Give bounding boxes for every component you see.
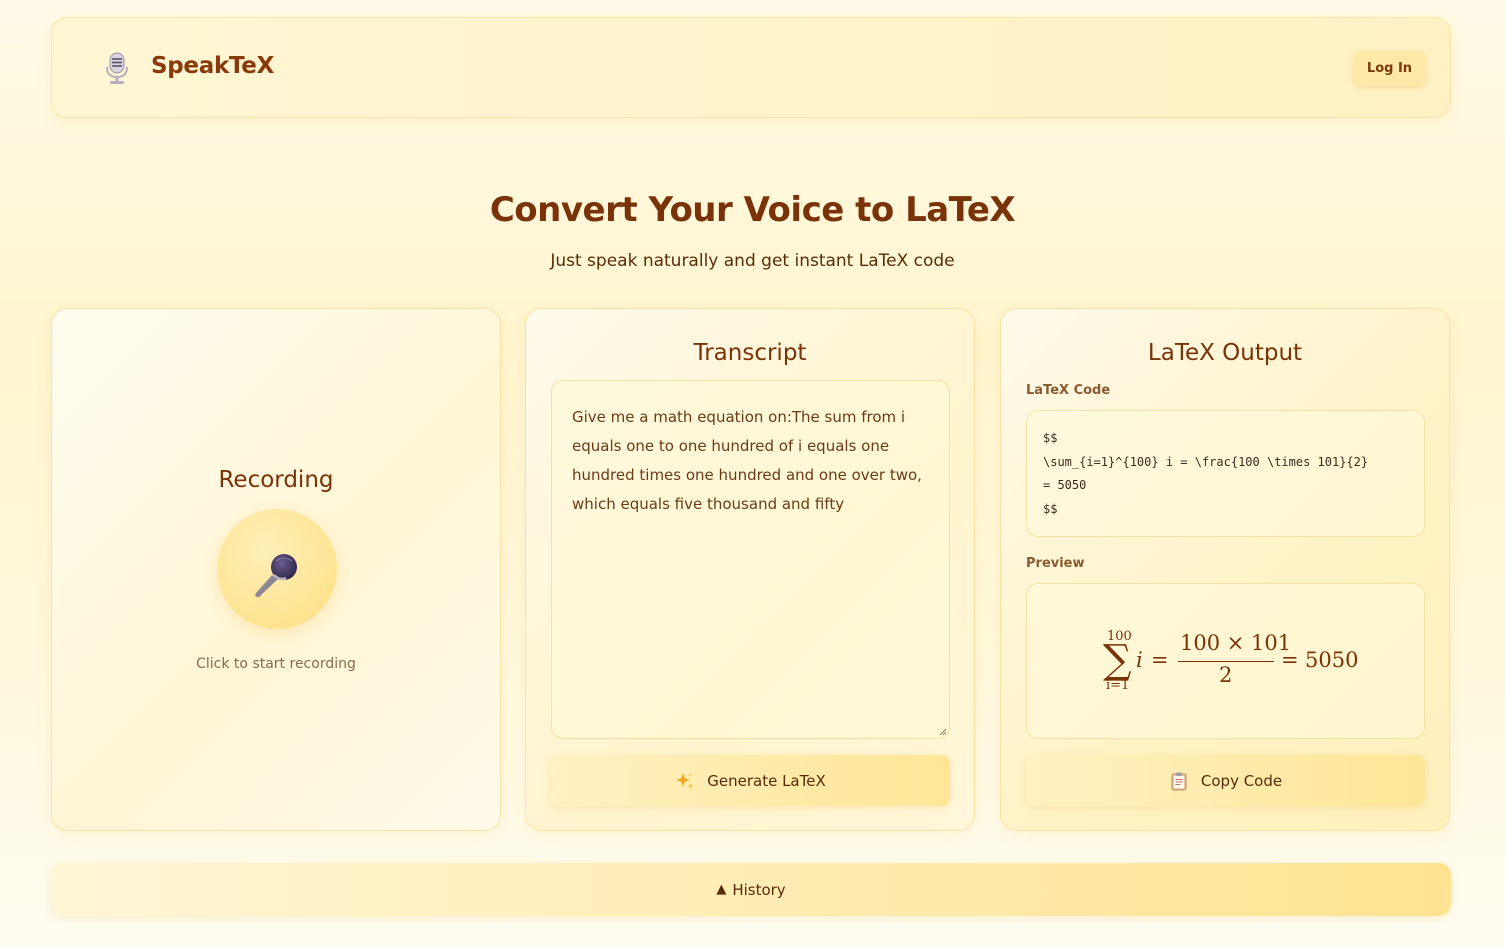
transcript-card: Transcript Give me a math equation on:Th…: [525, 308, 975, 831]
page-title: Convert Your Voice to LaTeX: [489, 190, 1016, 230]
latex-code-label: LaTeX Code: [1026, 383, 1111, 398]
resize-handle-icon[interactable]: [939, 728, 947, 736]
transcript-title: Transcript: [693, 340, 807, 366]
fraction-bar: [1178, 661, 1274, 662]
latex-code-block[interactable]: $$ \sum_{i=1}^{100} i = \frac{100 \times…: [1026, 410, 1425, 537]
history-toggle[interactable]: ▲ History: [51, 863, 1451, 916]
microphone-icon: [255, 554, 297, 598]
triangle-up-icon: ▲: [716, 882, 727, 897]
equation-result: 5050: [1305, 648, 1359, 672]
studio-microphone-icon: [106, 52, 128, 84]
history-label: History: [732, 880, 786, 899]
latex-output-card: LaTeX Output LaTeX Code $$ \sum_{i=1}^{1…: [1000, 308, 1450, 831]
sum-variable: i: [1136, 648, 1143, 672]
transcript-textarea[interactable]: Give me a math equation on:The sum from …: [551, 380, 950, 739]
sparkles-icon: [676, 772, 694, 789]
recording-title: Recording: [218, 467, 334, 493]
sum-symbol: ∑: [1103, 637, 1132, 683]
copy-code-button[interactable]: Copy Code: [1026, 755, 1425, 806]
clipboard-icon: [1171, 772, 1187, 790]
generate-latex-button[interactable]: Generate LaTeX: [551, 755, 950, 806]
copy-code-label: Copy Code: [1200, 771, 1283, 790]
generate-latex-label: Generate LaTeX: [707, 771, 826, 790]
equals-sign-2: =: [1281, 648, 1299, 672]
record-button[interactable]: [217, 509, 337, 629]
page-subtitle: Just speak naturally and get instant LaT…: [550, 251, 955, 271]
latex-preview: 100 ∑ i=1 i = 100 × 101 2 = 5050: [1026, 583, 1425, 739]
sum-lower-limit: i=1: [1106, 678, 1130, 693]
latex-output-title: LaTeX Output: [1147, 340, 1303, 366]
login-button[interactable]: Log In: [1353, 51, 1426, 86]
fraction-numerator: 100 × 101: [1180, 631, 1292, 655]
recording-hint: Click to start recording: [196, 656, 356, 672]
recording-card: Recording Click to start recording: [51, 308, 501, 831]
app-name[interactable]: SpeakTeX: [151, 53, 274, 79]
fraction-denominator: 2: [1219, 663, 1233, 687]
preview-label: Preview: [1026, 556, 1085, 571]
equals-sign: =: [1151, 648, 1169, 672]
rendered-equation: 100 ∑ i=1 i = 100 × 101 2 = 5050: [1027, 584, 1424, 738]
